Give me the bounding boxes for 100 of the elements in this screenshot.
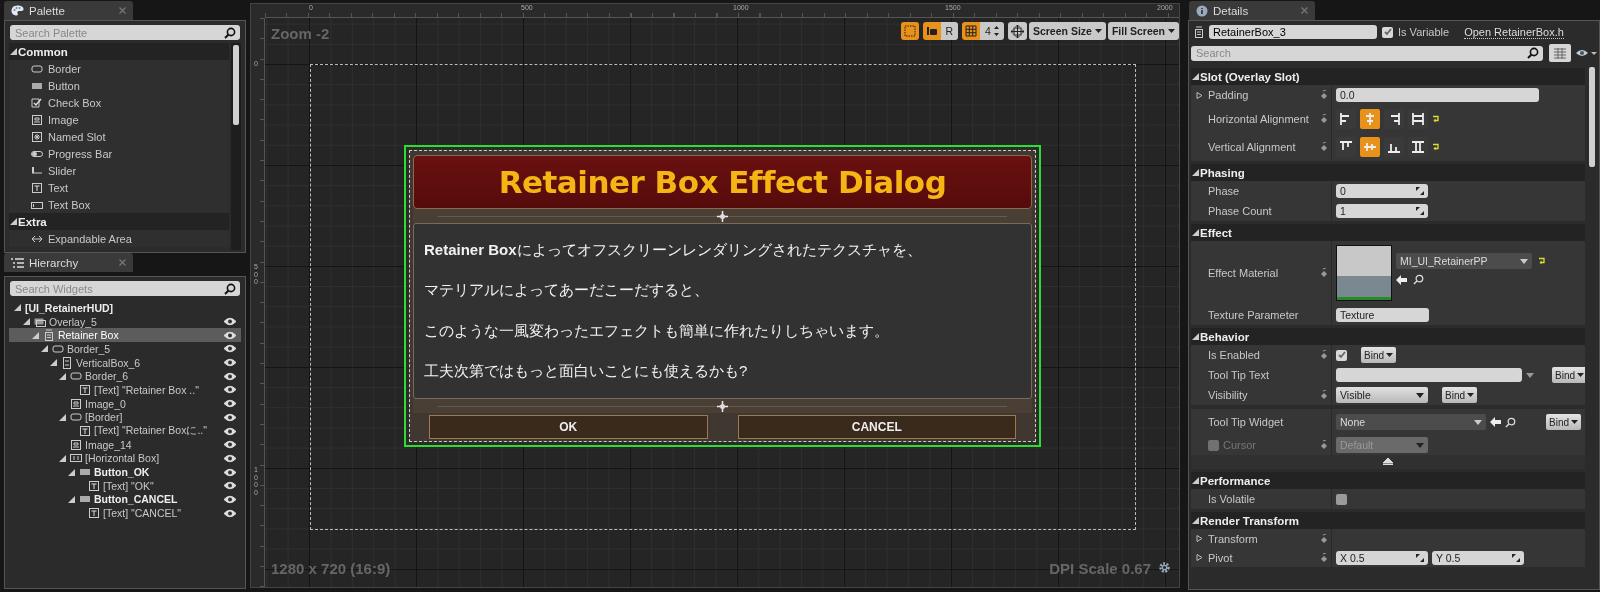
expanded-arrow-icon[interactable]: [49, 359, 58, 367]
tree-item[interactable]: [Text] "Retainer Box ..": [9, 383, 241, 397]
number-field[interactable]: 1: [1336, 204, 1428, 218]
checkbox[interactable]: [1336, 493, 1347, 505]
expanded-arrow-icon[interactable]: [22, 318, 31, 326]
alignment-button[interactable]: [1336, 109, 1356, 129]
section-header[interactable]: Performance: [1191, 472, 1585, 489]
alignment-button[interactable]: [1408, 137, 1428, 157]
palette-tab[interactable]: Palette: [4, 1, 133, 20]
reset-arrow-icon[interactable]: [1538, 257, 1546, 265]
details-tab[interactable]: Details: [1189, 1, 1315, 20]
settings-icon[interactable]: [1158, 561, 1171, 574]
toggle-button[interactable]: [900, 22, 919, 40]
palette-item[interactable]: Image: [9, 111, 229, 128]
toggle-button[interactable]: [1007, 22, 1027, 40]
reset-arrow-icon[interactable]: [1432, 143, 1440, 151]
expanded-arrow-icon[interactable]: [9, 218, 18, 225]
search-icon[interactable]: [1527, 47, 1539, 59]
palette-item[interactable]: Border: [9, 60, 229, 77]
alignment-button[interactable]: [1384, 109, 1404, 129]
toggle-button[interactable]: [962, 22, 981, 40]
padding-field[interactable]: 0.0: [1336, 88, 1539, 102]
tree-item[interactable]: [Horizontal Box]: [9, 451, 241, 466]
eye-icon[interactable]: [223, 344, 237, 354]
dialog-button[interactable]: OK: [429, 415, 708, 439]
eye-icon[interactable]: [223, 481, 237, 491]
left-arrow-icon[interactable]: [1490, 417, 1501, 427]
number-field[interactable]: Y 0.5: [1432, 550, 1524, 565]
keyframe-icon[interactable]: [1319, 552, 1329, 563]
search-field[interactable]: Search: [1191, 45, 1543, 61]
palette-item[interactable]: Expandable Area: [9, 230, 229, 247]
dropdown-button[interactable]: Fill Screen: [1107, 22, 1179, 40]
design-canvas[interactable]: [265, 18, 1179, 587]
eye-icon[interactable]: [223, 358, 237, 368]
search-field[interactable]: Search Palette: [10, 25, 240, 40]
section-header[interactable]: Behavior: [1191, 328, 1585, 345]
eye-icon[interactable]: [223, 508, 237, 518]
eye-icon[interactable]: [223, 399, 237, 409]
keyframe-icon[interactable]: [1319, 142, 1329, 152]
close-icon[interactable]: [119, 259, 126, 266]
expanded-arrow-icon[interactable]: [1191, 73, 1200, 80]
alignment-button[interactable]: [1408, 109, 1428, 129]
bind-button[interactable]: Bind: [1552, 367, 1585, 383]
tree-item[interactable]: Retainer Box: [9, 328, 241, 343]
section-header[interactable]: Phasing: [1191, 164, 1585, 181]
material-thumbnail[interactable]: [1336, 245, 1392, 301]
eye-icon[interactable]: [223, 330, 237, 340]
keyframe-icon[interactable]: [1319, 390, 1329, 400]
collapsed-arrow-icon[interactable]: [1195, 554, 1204, 561]
eye-icon[interactable]: [1575, 48, 1597, 58]
close-icon[interactable]: [1301, 7, 1308, 14]
alignment-button[interactable]: [1384, 137, 1404, 157]
eye-icon[interactable]: [223, 440, 237, 450]
tree-item[interactable]: [UI_RetainerHUD]: [9, 301, 241, 315]
eye-icon[interactable]: [223, 371, 237, 381]
expanded-arrow-icon[interactable]: [1191, 333, 1200, 340]
eye-icon[interactable]: [223, 426, 237, 436]
tree-item[interactable]: Image_14: [9, 437, 241, 452]
tree-item[interactable]: Border_6: [9, 369, 241, 384]
grid-size-spinner[interactable]: 4: [980, 22, 1004, 40]
checkbox[interactable]: [1336, 349, 1347, 361]
expanded-arrow-icon[interactable]: [1191, 229, 1200, 236]
keyframe-icon[interactable]: [1319, 533, 1329, 544]
search-icon[interactable]: [224, 282, 236, 295]
eye-icon[interactable]: [223, 467, 237, 477]
palette-item[interactable]: Text: [9, 179, 229, 196]
expanded-arrow-icon[interactable]: [58, 372, 67, 380]
hierarchy-tab[interactable]: Hierarchy: [4, 253, 133, 272]
tree-item[interactable]: [Border]: [9, 410, 241, 425]
expanded-arrow-icon[interactable]: [58, 454, 67, 462]
palette-item[interactable]: Progress Bar: [9, 145, 229, 162]
expanded-arrow-icon[interactable]: [1191, 517, 1200, 524]
search-field[interactable]: Search Widgets: [10, 281, 240, 296]
text-field[interactable]: Texture: [1336, 308, 1429, 322]
eye-icon[interactable]: [223, 385, 237, 395]
asset-dropdown[interactable]: MI_UI_RetainerPP: [1396, 253, 1532, 269]
eye-icon[interactable]: [223, 412, 237, 422]
tree-item[interactable]: Image_0: [9, 396, 241, 411]
expanded-arrow-icon[interactable]: [9, 48, 18, 55]
keyframe-icon[interactable]: [1319, 268, 1329, 278]
expanded-arrow-icon[interactable]: [1191, 477, 1200, 484]
palette-item[interactable]: Named Slot: [9, 128, 229, 145]
palette-item[interactable]: Button: [9, 77, 229, 94]
bind-button[interactable]: Bind: [1361, 347, 1396, 363]
number-field[interactable]: X 0.5: [1336, 550, 1428, 565]
dialog-button[interactable]: CANCEL: [737, 415, 1016, 439]
caret-icon[interactable]: [1526, 372, 1534, 378]
scrollbar-thumb[interactable]: [233, 45, 239, 125]
toggle-button[interactable]: [922, 22, 941, 40]
keyframe-icon[interactable]: [1319, 90, 1329, 100]
section-header[interactable]: Render Transform: [1191, 512, 1585, 529]
section-header[interactable]: Effect: [1191, 224, 1585, 241]
left-arrow-icon[interactable]: [1396, 274, 1407, 285]
tree-item[interactable]: [Text] "Retainer Boxに..": [9, 424, 241, 438]
tree-item[interactable]: Button_OK: [9, 465, 241, 479]
checkbox[interactable]: [1382, 26, 1393, 38]
expanded-arrow-icon[interactable]: [67, 495, 76, 503]
alignment-button[interactable]: [1336, 137, 1356, 157]
expanded-arrow-icon[interactable]: [31, 331, 40, 339]
header-file-link[interactable]: Open RetainerBox.h: [1464, 25, 1564, 39]
